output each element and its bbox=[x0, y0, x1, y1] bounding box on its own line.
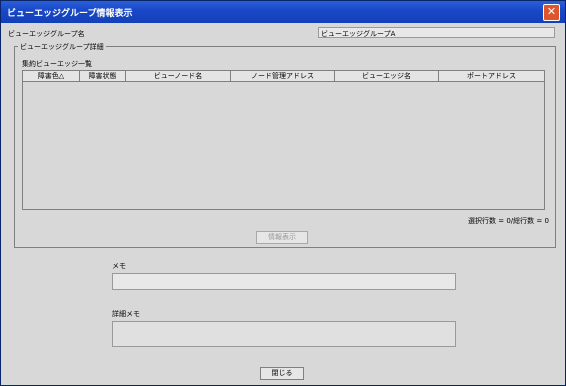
group-name-field: ビューエッジグループA bbox=[318, 27, 555, 38]
group-name-label: ビューエッジグループ名 bbox=[8, 30, 85, 38]
close-button[interactable]: 閉じる bbox=[260, 367, 304, 380]
sort-ascending-icon: △ bbox=[58, 72, 65, 80]
table-header: 障害色△ 障害状態 ビューノード名 ノード管理アドレス ビューエッジ名 ポートア… bbox=[23, 71, 544, 82]
dialog-window: ビューエッジグループ情報表示 ✕ ビューエッジグループ名 ビューエッジグループA… bbox=[0, 0, 566, 386]
detail-legend: ビューエッジグループ詳細 bbox=[18, 42, 106, 52]
column-header-view-edge-name[interactable]: ビューエッジ名 bbox=[335, 71, 439, 81]
info-display-button[interactable]: 情報表示 bbox=[256, 231, 308, 244]
column-header-view-node-name[interactable]: ビューノード名 bbox=[126, 71, 231, 81]
list-label: 集約ビューエッジ一覧 bbox=[22, 60, 92, 68]
row-count-text: 選択行数 = 0/総行数 = 0 bbox=[468, 217, 549, 225]
column-header-fault-status[interactable]: 障害状態 bbox=[80, 71, 126, 81]
group-name-value: ビューエッジグループA bbox=[321, 30, 396, 38]
close-icon[interactable]: ✕ bbox=[543, 4, 560, 21]
detail-memo-textarea[interactable] bbox=[112, 321, 456, 347]
column-header-node-address[interactable]: ノード管理アドレス bbox=[231, 71, 335, 81]
title-bar[interactable]: ビューエッジグループ情報表示 ✕ bbox=[1, 1, 565, 23]
window-title: ビューエッジグループ情報表示 bbox=[7, 9, 133, 19]
edge-table[interactable]: 障害色△ 障害状態 ビューノード名 ノード管理アドレス ビューエッジ名 ポートア… bbox=[22, 70, 545, 210]
memo-label: メモ bbox=[112, 262, 126, 270]
column-header-port-address[interactable]: ポートアドレス bbox=[439, 71, 544, 81]
detail-memo-label: 詳細メモ bbox=[112, 310, 140, 318]
column-header-fault-color[interactable]: 障害色△ bbox=[23, 71, 80, 81]
memo-field[interactable] bbox=[112, 273, 456, 290]
